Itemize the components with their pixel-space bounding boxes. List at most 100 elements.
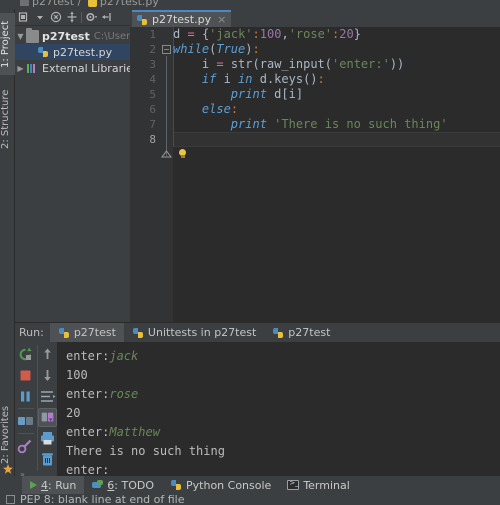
editor-tab-p27test-py[interactable]: p27test.py × [132, 10, 232, 27]
code-line[interactable]: i = str(raw_input('enter:')) [173, 57, 500, 72]
python-run-icon [132, 327, 144, 339]
editor-tab-label: p27test.py [152, 13, 212, 26]
pycharm-window: p27test / p27test.py 1: Project 2: Struc… [0, 0, 500, 505]
intention-bulb-icon[interactable] [178, 149, 187, 159]
line-number: 4 [149, 73, 156, 86]
twisty-expanded-icon[interactable]: ▼ [15, 32, 26, 41]
code-token: else [201, 102, 231, 116]
print-icon[interactable] [38, 429, 57, 448]
code-token: 100 [259, 27, 282, 41]
code-line[interactable]: if i in d.keys(): [173, 72, 500, 87]
trash-icon[interactable] [38, 450, 57, 469]
code-token: if [201, 72, 217, 86]
tree-node-p27test-py[interactable]: p27test.py [15, 44, 130, 60]
run-tab-label-1: p27test [73, 326, 116, 339]
pause-icon[interactable] [16, 387, 35, 406]
run-tab-p27test-1[interactable]: p27test [49, 323, 124, 342]
window-title-bar: p27test / p27test.py [0, 0, 500, 9]
code-lines[interactable]: d = {'jack':100,'rose':20} while(True): i… [173, 27, 500, 322]
code-token: d.keys [252, 72, 304, 86]
code-token: : [230, 102, 239, 116]
line-number: 1 [149, 28, 156, 41]
project-panel-toolbar [15, 9, 130, 26]
code-line[interactable] [173, 132, 500, 147]
close-icon[interactable]: × [217, 13, 226, 26]
close-icon[interactable] [49, 10, 63, 24]
bottom-button-todo[interactable]: 6: TODO [84, 476, 162, 494]
fold-region-line [166, 56, 167, 156]
tree-node-external-libraries[interactable]: ▶ External Libraries [15, 60, 138, 76]
bottom-button-run[interactable]: 4: Run [22, 476, 85, 494]
code-line[interactable]: print 'There is no such thing' [173, 117, 500, 132]
code-line[interactable]: else: [173, 102, 500, 117]
code-token: = [216, 57, 224, 71]
line-number: 3 [149, 58, 156, 71]
line-number: 7 [149, 118, 156, 131]
fold-collapse-icon[interactable]: − [162, 45, 171, 54]
status-bar: PEP 8: blank line at end of file [0, 494, 500, 505]
code-token: )) [389, 57, 405, 71]
line-numbers: 1 2 3 4 5 6 7 8 [130, 27, 160, 322]
code-fold-gutter[interactable] [160, 27, 173, 322]
down-arrow-icon[interactable] [38, 366, 57, 385]
console-prompt: enter: [66, 387, 110, 401]
sidebar-tab-favorites[interactable]: 2: Favorites [0, 399, 15, 471]
run-tool-window: Run: p27test Unittests in p27test p27tes… [15, 322, 500, 479]
hide-panel-icon[interactable] [100, 10, 114, 24]
settings-gear-icon[interactable] [84, 10, 98, 24]
console-prompt: 20 [66, 406, 81, 420]
bottom-button-run-num: 4 [41, 478, 48, 492]
left-tool-strip: 1: Project 2: Structure 2: Favorites [0, 9, 15, 476]
code-token: : [317, 72, 325, 86]
rerun-icon[interactable] [16, 345, 35, 364]
toolbar-separator [18, 408, 34, 409]
code-token: 'rose' [288, 27, 333, 41]
code-line[interactable]: while(True): [173, 42, 500, 57]
twisty-collapsed-icon[interactable]: ▶ [15, 64, 26, 73]
library-icon [26, 62, 39, 75]
wrap-text-icon[interactable] [38, 387, 57, 406]
sidebar-tab-project[interactable]: 1: Project [0, 13, 15, 75]
console-prompt: 100 [66, 368, 88, 382]
console-output[interactable]: enter:jack 100 enter:rose 20 enter:Matthew Th… [57, 342, 500, 477]
chevron-down-icon[interactable] [33, 10, 47, 24]
export-icon[interactable] [38, 408, 57, 427]
run-tab-bar: Run: p27test Unittests in p27test p27tes… [15, 323, 500, 342]
fold-end-icon[interactable] [161, 150, 172, 159]
sidebar-tab-structure[interactable]: 2: Structure [0, 83, 15, 155]
code-token: in [238, 72, 253, 86]
collapse-all-icon[interactable] [17, 10, 31, 24]
console-user-input: jack [109, 349, 139, 363]
run-label: Run: [19, 326, 44, 339]
code-token: ( [252, 57, 260, 71]
run-triangle-icon [30, 481, 37, 489]
tree-node-p27test[interactable]: ▼ p27test C:\Users\ [15, 27, 139, 44]
code-token: } [353, 27, 361, 41]
code-token: print [230, 117, 267, 131]
console-view-icon[interactable] [16, 412, 35, 431]
run-tab-p27test-2[interactable]: p27test [264, 323, 338, 342]
bottom-button-terminal[interactable]: Terminal [279, 476, 358, 494]
code-token: 20 [339, 27, 354, 41]
up-arrow-icon[interactable] [38, 345, 57, 364]
code-token: d[i] [266, 87, 304, 101]
code-token: raw_input [259, 57, 325, 71]
stop-icon[interactable] [16, 366, 35, 385]
run-tab-unittests[interactable]: Unittests in p27test [124, 323, 264, 342]
folder-icon [26, 27, 39, 43]
bottom-button-python-console[interactable]: Python Console [162, 476, 279, 494]
python-run-icon [272, 327, 284, 339]
project-panel: ▼ p27test C:\Users\ p27test.py ▶ Externa… [15, 9, 139, 322]
line-number: 5 [149, 88, 156, 101]
expand-icon[interactable] [65, 10, 79, 24]
console-line: enter:jack [66, 347, 500, 366]
code-line[interactable]: d = {'jack':100,'rose':20} [173, 27, 500, 42]
code-line[interactable]: print d[i] [173, 87, 500, 102]
console-line: enter:Matthew [66, 423, 500, 442]
soft-wrap-icon[interactable] [16, 437, 35, 456]
editor-tab-bar: p27test.py × [130, 9, 500, 27]
code-editor[interactable]: 12345678 d = {'jack':100,'rose':20} while… [130, 27, 500, 322]
